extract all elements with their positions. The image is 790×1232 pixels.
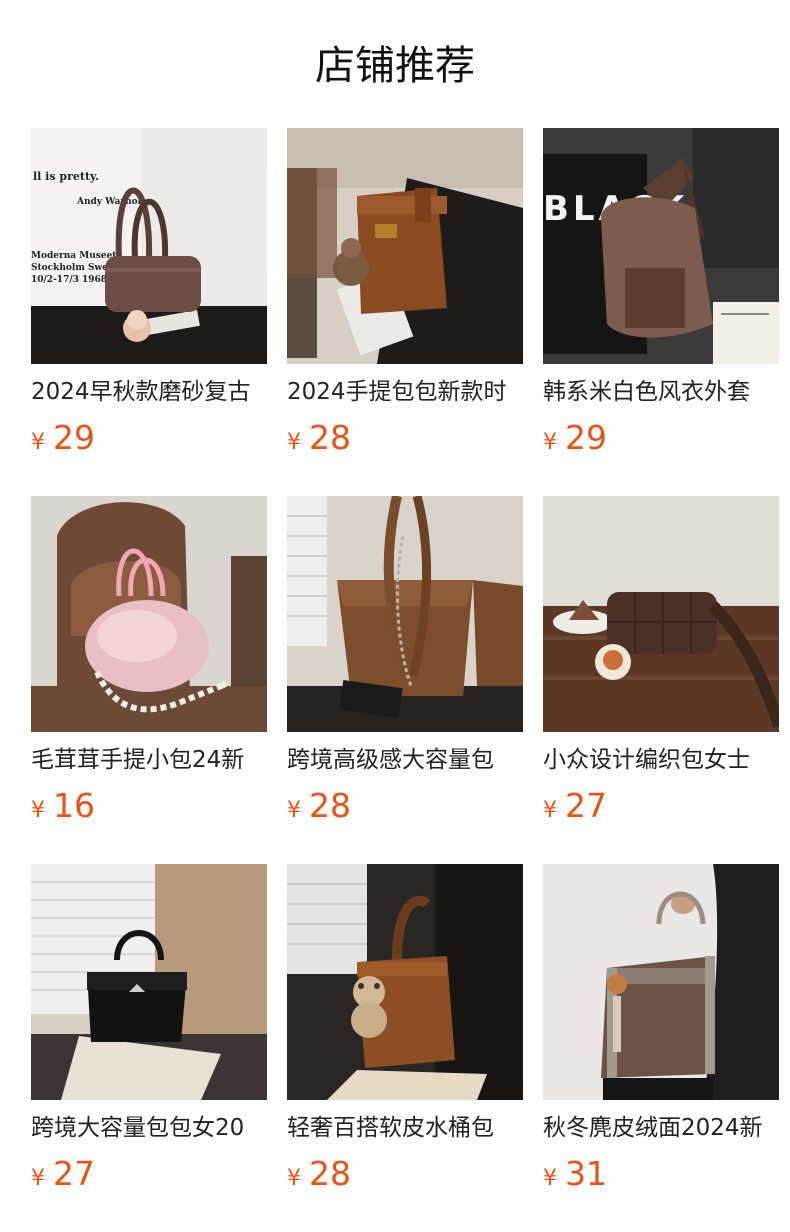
currency-symbol: ¥ xyxy=(31,798,45,823)
product-image[interactable] xyxy=(31,496,267,732)
product-price: 27 xyxy=(53,1154,95,1193)
currency-symbol: ¥ xyxy=(543,798,557,823)
product-card[interactable]: 轻奢百搭软皮水桶包 ¥ 28 xyxy=(287,864,523,1206)
product-price: 31 xyxy=(565,1154,607,1193)
product-image[interactable] xyxy=(543,496,779,732)
product-name[interactable]: 轻奢百搭软皮水桶包 xyxy=(287,1112,523,1144)
product-name[interactable]: 跨境高级感大容量包 xyxy=(287,744,523,776)
product-price: 16 xyxy=(53,786,95,825)
product-price: 28 xyxy=(309,418,351,457)
brown-leather-bucket-bag-image xyxy=(287,128,523,364)
product-price: 28 xyxy=(309,1154,351,1193)
black-leather-tote-image xyxy=(31,864,267,1100)
brown-suede-shoulder-bag-image: ll is pretty. Andy Warhol Moderna Museet… xyxy=(31,128,267,364)
product-price: 29 xyxy=(53,418,95,457)
product-card[interactable]: 2024手提包包新款时 ¥ 28 xyxy=(287,128,523,470)
product-card[interactable]: 秋冬麂皮绒面2024新 ¥ 31 xyxy=(543,864,779,1206)
product-card[interactable]: 跨境高级感大容量包 ¥ 28 xyxy=(287,496,523,838)
store-recommendations-page: 店铺推荐 ll is pretty. Andy Warhol Moderna M… xyxy=(0,0,790,1232)
product-card[interactable]: ll is pretty. Andy Warhol Moderna Museet… xyxy=(31,128,267,470)
currency-symbol: ¥ xyxy=(543,430,557,455)
currency-symbol: ¥ xyxy=(31,1166,45,1191)
price-row: ¥ 31 xyxy=(543,1154,607,1194)
product-image[interactable] xyxy=(543,864,779,1100)
product-image[interactable] xyxy=(287,128,523,364)
product-price: 28 xyxy=(309,786,351,825)
price-row: ¥ 29 xyxy=(543,418,607,458)
poster-line-1: ll is pretty. xyxy=(33,170,99,183)
price-row: ¥ 27 xyxy=(31,1154,95,1194)
product-price: 27 xyxy=(565,786,607,825)
product-name[interactable]: 2024手提包包新款时 xyxy=(287,376,523,408)
product-price: 29 xyxy=(565,418,607,457)
price-row: ¥ 29 xyxy=(31,418,95,458)
product-card[interactable]: 毛茸茸手提小包24新 ¥ 16 xyxy=(31,496,267,838)
product-name[interactable]: 韩系米白色风衣外套 xyxy=(543,376,779,408)
poster-line-4: Stockholm Swed xyxy=(31,263,115,273)
brown-leather-bucket-bag-bear-image xyxy=(287,864,523,1100)
currency-symbol: ¥ xyxy=(287,798,301,823)
price-row: ¥ 28 xyxy=(287,786,351,826)
currency-symbol: ¥ xyxy=(543,1166,557,1191)
product-name[interactable]: 毛茸茸手提小包24新 xyxy=(31,744,267,776)
poster-line-5: 10/2-17/3 1968 xyxy=(31,275,107,285)
price-row: ¥ 27 xyxy=(543,786,607,826)
price-row: ¥ 16 xyxy=(31,786,95,826)
brown-suede-shopper-bag-image xyxy=(543,864,779,1100)
product-name[interactable]: 小众设计编织包女士 xyxy=(543,744,779,776)
currency-symbol: ¥ xyxy=(31,430,45,455)
currency-symbol: ¥ xyxy=(287,430,301,455)
product-card[interactable]: BLACK 韩系米白色风衣外套 ¥ 29 xyxy=(543,128,779,470)
brown-woven-shoulder-bag-image xyxy=(543,496,779,732)
product-card[interactable]: 小众设计编织包女士 ¥ 27 xyxy=(543,496,779,838)
price-row: ¥ 28 xyxy=(287,1154,351,1194)
brown-suede-hobo-bag-image: BLACK xyxy=(543,128,779,364)
section-title: 店铺推荐 xyxy=(315,43,475,89)
product-name[interactable]: 跨境大容量包包女20 xyxy=(31,1112,267,1144)
poster-line-2: Andy Warhol xyxy=(76,197,142,207)
product-grid: ll is pretty. Andy Warhol Moderna Museet… xyxy=(31,128,779,1206)
product-name[interactable]: 2024早秋款磨砂复古 xyxy=(31,376,267,408)
product-image[interactable]: ll is pretty. Andy Warhol Moderna Museet… xyxy=(31,128,267,364)
product-image[interactable] xyxy=(31,864,267,1100)
product-card[interactable]: 跨境大容量包包女20 ¥ 27 xyxy=(31,864,267,1206)
currency-symbol: ¥ xyxy=(287,1166,301,1191)
product-image[interactable] xyxy=(287,496,523,732)
product-name[interactable]: 秋冬麂皮绒面2024新 xyxy=(543,1112,779,1144)
poster-line-3: Moderna Museet xyxy=(31,251,117,261)
product-image[interactable]: BLACK xyxy=(543,128,779,364)
product-image[interactable] xyxy=(287,864,523,1100)
brown-chain-tote-bag-image xyxy=(287,496,523,732)
pink-fluffy-handbag-image xyxy=(31,496,267,732)
price-row: ¥ 28 xyxy=(287,418,351,458)
